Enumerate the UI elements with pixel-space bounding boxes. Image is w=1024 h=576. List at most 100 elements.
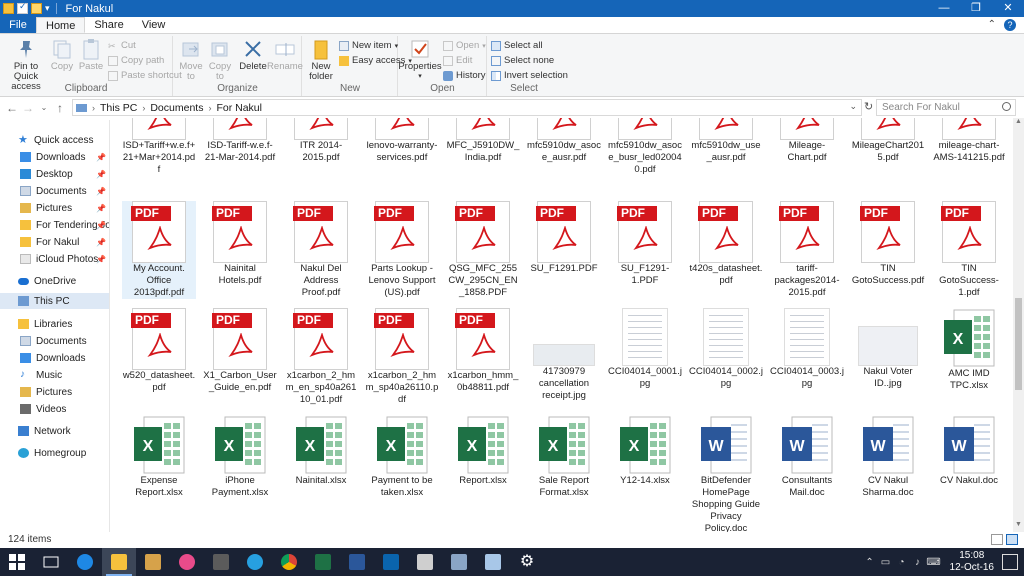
file-item[interactable]: W Consultants Mail.doc [770,415,844,499]
file-item[interactable]: PDF x1carbon_hmm_0b48811.pdf [446,308,520,394]
tab-home[interactable]: Home [36,17,86,33]
file-item[interactable]: Mileage-Chart.pdf [770,118,844,164]
paste-shortcut-button[interactable]: Paste shortcut [108,70,182,81]
file-item[interactable]: CCI04014_0003.jpg [770,308,844,390]
taskbar-calculator[interactable] [408,548,442,576]
file-item[interactable]: PDF x1carbon_2_hmm_sp40a26110.pdf [365,308,439,406]
taskbar-excel[interactable] [306,548,340,576]
select-none-button[interactable]: Select none [491,55,554,66]
taskbar-file-explorer[interactable] [102,548,136,576]
vertical-scrollbar[interactable]: ▲ ▼ [1013,118,1024,532]
file-item[interactable]: X Payment to be taken.xlsx [365,415,439,499]
properties-icon[interactable] [17,1,28,14]
file-item[interactable]: PDF QSG_MFC_255CW_295CN_EN_1858.PDF [446,201,520,299]
file-item[interactable]: PDF Parts Lookup - Lenovo Support (US).pd… [365,201,439,299]
taskbar-word[interactable] [340,548,374,576]
nav-downloads[interactable]: Downloads 📌 [0,149,109,165]
file-item[interactable]: X AMC IMD TPC.xlsx [932,308,1006,392]
customize-arrow-icon[interactable]: ▾ [45,3,50,14]
taskbar-app3[interactable] [476,548,510,576]
file-item[interactable]: XiPhone Payment.xlsx [203,415,277,499]
nav-for-nakul[interactable]: For Nakul 📌 [0,234,109,250]
nav-lib-videos[interactable]: Videos [0,401,109,417]
search-input[interactable]: Search For Nakul [876,99,1016,116]
network-tray-icon[interactable]: ▭ [878,557,894,568]
copy-path-button[interactable]: Copy path [108,55,164,66]
cut-button[interactable]: ✂ Cut [108,40,136,51]
copy-to-button[interactable]: Copy to [207,38,233,82]
file-item[interactable]: X Report.xlsx [446,415,520,487]
nav-network[interactable]: Network [0,423,109,439]
taskbar-itunes[interactable] [170,548,204,576]
file-item[interactable]: X Y12-14.xlsx [608,415,682,487]
nav-lib-pictures[interactable]: Pictures [0,384,109,400]
file-item[interactable]: PDF TIN GotoSuccess-1.pdf [932,201,1006,299]
taskbar-settings[interactable]: ⚙ [510,548,544,576]
pin-icon[interactable]: 📌 [96,255,106,264]
nav-lib-documents[interactable]: Documents [0,333,109,349]
file-item[interactable]: CCI04014_0002.jpg [689,308,763,390]
file-item[interactable]: PDF SU_F1291-1.PDF [608,201,682,287]
taskbar-app[interactable] [204,548,238,576]
close-button[interactable]: ✕ [992,0,1024,17]
pin-icon[interactable]: 📌 [96,153,106,162]
file-item[interactable]: W CV Nakul.doc [932,415,1006,487]
nav-lib-downloads[interactable]: Downloads [0,350,109,366]
up-arrow-icon[interactable]: ↑ [52,101,68,115]
nav-for-tendering[interactable]: For Tendering Jol 📌 [0,217,109,233]
nav-onedrive[interactable]: OneDrive [0,273,109,289]
file-item[interactable]: W CV Nakul Sharma.doc [851,415,925,499]
file-item[interactable]: X Sale Report Format.xlsx [527,415,601,499]
action-center-icon[interactable] [1002,554,1018,570]
taskbar-app2[interactable] [442,548,476,576]
scrollbar-thumb[interactable] [1015,298,1022,390]
nav-desktop[interactable]: Desktop 📌 [0,166,109,182]
file-item[interactable]: PDF tariff-packages2014-2015.pdf [770,201,844,299]
properties-button[interactable]: Properties ▾ [398,38,442,82]
nav-libraries[interactable]: Libraries [0,316,109,332]
invert-selection-button[interactable]: Invert selection [491,70,568,81]
taskbar-photos[interactable] [136,548,170,576]
details-view-icon[interactable] [991,534,1003,545]
file-item[interactable]: PDF x1carbon_2_hmm_en_sp40a26110_01.pdf [284,308,358,406]
nav-lib-music[interactable]: ♪ Music [0,367,109,383]
folder-icon[interactable] [3,3,14,14]
maximize-button[interactable]: ❐ [960,0,992,17]
file-item[interactable]: PDF t420s_datasheet.pdf [689,201,763,287]
volume-icon[interactable]: ♪ [910,557,926,568]
taskbar-outlook[interactable] [374,548,408,576]
nav-this-pc[interactable]: This PC [0,293,109,309]
open-button[interactable]: Open ▾ [443,40,486,51]
file-item[interactable]: PDF TIN GotoSuccess.pdf [851,201,925,287]
nav-icloud-photos[interactable]: iCloud Photos 📌 [0,251,109,267]
copy-button[interactable]: Copy [50,38,74,72]
recent-dropdown-icon[interactable]: ⌄ [36,103,52,112]
delete-button[interactable]: Delete [239,38,267,72]
file-item[interactable]: ITR 2014-2015.pdf [284,118,358,164]
file-item[interactable]: 41730979 cancellation receipt.jpg [527,308,601,402]
collapse-ribbon-icon[interactable]: ⌃ [988,19,996,31]
show-hidden-icons-icon[interactable]: ⌃ [862,557,878,568]
new-folder-icon[interactable] [31,3,42,14]
file-item[interactable]: CCI04014_0001.jpg [608,308,682,390]
tab-view[interactable]: View [133,17,175,33]
file-item[interactable]: ISD+Tariff+w.e.f+21+Mar+2014.pdf [122,118,196,176]
file-item[interactable]: lenovo-warranty-services.pdf [365,118,439,164]
select-all-button[interactable]: Select all [491,40,543,51]
nav-homegroup[interactable]: Homegroup [0,445,109,461]
pin-icon[interactable]: 📌 [96,204,106,213]
file-item[interactable]: MFC_J5910DW_India.pdf [446,118,520,164]
breadcrumb-documents[interactable]: Documents [150,102,203,114]
keyboard-icon[interactable]: ⌨ [926,557,942,568]
refresh-icon[interactable]: ↻ [864,100,873,113]
file-item[interactable]: mileage-chart-AMS-141215.pdf [932,118,1006,164]
new-item-button[interactable]: New item ▾ [339,40,398,51]
paste-button[interactable]: Paste [78,38,104,72]
breadcrumb-this-pc[interactable]: This PC [100,102,137,114]
pin-icon[interactable]: 📌 [96,170,106,179]
minimize-button[interactable]: — [928,0,960,17]
file-item[interactable]: PDF My Account. Office 2013pdf.pdf [122,201,196,299]
task-view-button[interactable] [34,548,68,576]
pin-icon[interactable]: 📌 [96,238,106,247]
start-button[interactable] [0,548,34,576]
